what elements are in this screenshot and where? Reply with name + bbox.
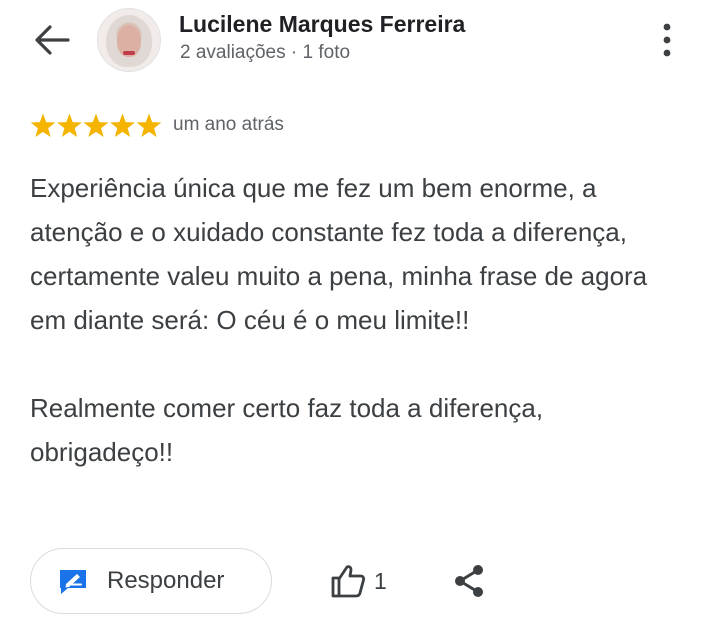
reviewer-name[interactable]: Lucilene Marques Ferreira — [179, 11, 465, 38]
review-header: Lucilene Marques Ferreira 2 avaliações ·… — [0, 0, 712, 84]
star-rating — [30, 113, 162, 138]
reply-button[interactable]: Responder — [30, 548, 272, 614]
reply-button-label: Responder — [107, 567, 225, 594]
like-count: 1 — [374, 568, 387, 594]
reply-edit-icon — [60, 570, 86, 594]
star-icon — [136, 113, 162, 138]
star-icon — [110, 113, 135, 138]
thumb-up-icon — [331, 565, 366, 598]
more-options-button[interactable] — [656, 20, 678, 60]
star-icon — [83, 113, 109, 138]
review-time: um ano atrás — [173, 114, 284, 135]
more-vert-icon — [663, 23, 671, 57]
star-icon — [30, 113, 56, 138]
avatar[interactable] — [97, 8, 161, 72]
share-button[interactable] — [452, 563, 486, 599]
back-button[interactable] — [30, 22, 72, 58]
arrow-back-icon — [35, 25, 70, 55]
rating-row: um ano atrás — [30, 112, 430, 142]
share-icon — [455, 565, 483, 597]
star-icon — [57, 113, 82, 138]
reviewer-meta: 2 avaliações · 1 foto — [180, 42, 351, 63]
like-button[interactable]: 1 — [330, 561, 392, 601]
review-text: Experiência única que me fez um bem enor… — [30, 173, 648, 467]
